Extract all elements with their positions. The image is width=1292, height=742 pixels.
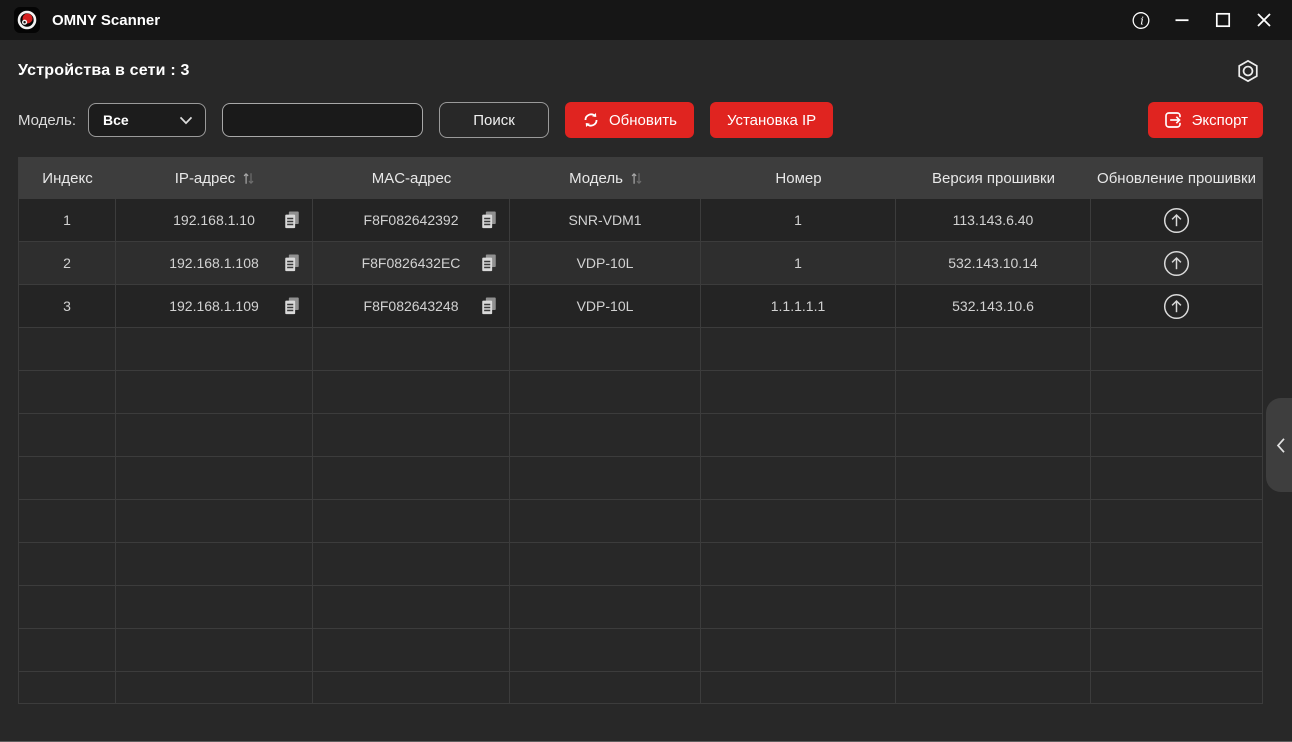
cell-model: VDP-10L (510, 242, 701, 284)
titlebar: OMNY Scanner i (0, 0, 1292, 40)
copy-ip-icon[interactable] (283, 210, 301, 230)
cell-ip: 192.168.1.10 (116, 199, 313, 241)
side-panel-collapse-handle[interactable] (1266, 398, 1292, 492)
firmware-upload-icon[interactable] (1163, 250, 1190, 277)
cell-mac: F8F0826432EC (313, 242, 510, 284)
refresh-icon (582, 111, 600, 129)
table-row-empty (19, 629, 1262, 672)
sort-icon (243, 172, 254, 185)
table-header-row: Индекс IP-адрес MAC-адрес Модель (19, 157, 1262, 199)
cell-number: 1 (701, 242, 896, 284)
table-row-empty (19, 328, 1262, 371)
table-row-empty (19, 457, 1262, 500)
close-icon[interactable] (1254, 10, 1274, 30)
cell-index: 3 (19, 285, 116, 327)
copy-ip-icon[interactable] (283, 296, 301, 316)
column-header-firmware: Версия прошивки (896, 157, 1091, 199)
toolbar: Модель: Все Поиск Обновить (18, 101, 1263, 139)
cell-firmware-update (1091, 285, 1262, 327)
table-row-empty (19, 543, 1262, 586)
table-row-empty (19, 586, 1262, 629)
cell-number: 1.1.1.1.1 (701, 285, 896, 327)
copy-mac-icon[interactable] (480, 296, 498, 316)
column-header-number: Номер (701, 157, 896, 199)
table-row-empty (19, 371, 1262, 414)
device-table: Индекс IP-адрес MAC-адрес Модель (18, 157, 1263, 704)
cell-ip: 192.168.1.109 (116, 285, 313, 327)
cell-firmware: 532.143.10.6 (896, 285, 1091, 327)
copy-mac-icon[interactable] (480, 210, 498, 230)
cell-number: 1 (701, 199, 896, 241)
cell-model: SNR-VDM1 (510, 199, 701, 241)
column-header-mac: MAC-адрес (313, 157, 510, 199)
device-count-label: Устройства в сети : 3 (18, 62, 190, 80)
cell-index: 1 (19, 199, 116, 241)
copy-mac-icon[interactable] (480, 253, 498, 273)
sort-icon (631, 172, 642, 185)
svg-text:i: i (1140, 13, 1144, 27)
chevron-left-icon (1276, 437, 1286, 454)
omny-logo-icon (14, 7, 40, 33)
column-header-index: Индекс (19, 157, 116, 199)
table-row[interactable]: 3 192.168.1.109 F8F082643248 VDP-10L 1.1… (19, 285, 1262, 328)
minimize-icon[interactable] (1172, 10, 1192, 30)
export-icon (1163, 110, 1183, 130)
column-header-ip[interactable]: IP-адрес (116, 157, 313, 199)
model-select-value: Все (103, 112, 129, 128)
cell-firmware: 532.143.10.14 (896, 242, 1091, 284)
table-body: 1 192.168.1.10 F8F082642392 SNR-VDM1 1 1… (19, 199, 1262, 704)
search-input[interactable] (222, 103, 423, 137)
cell-model: VDP-10L (510, 285, 701, 327)
cell-firmware-update (1091, 242, 1262, 284)
cell-mac: F8F082643248 (313, 285, 510, 327)
table-row[interactable]: 2 192.168.1.108 F8F0826432EC VDP-10L 1 5… (19, 242, 1262, 285)
table-row-empty (19, 500, 1262, 543)
cell-firmware-update (1091, 199, 1262, 241)
app-window: OMNY Scanner i Устройства в сети : 3 (0, 0, 1292, 742)
set-ip-button[interactable]: Установка IP (710, 102, 833, 138)
cell-firmware: 113.143.6.40 (896, 199, 1091, 241)
column-header-firmware-update: Обновление прошивки (1091, 157, 1262, 199)
refresh-button-label: Обновить (609, 112, 677, 129)
settings-gear-icon[interactable] (1233, 56, 1263, 86)
column-header-model[interactable]: Модель (510, 157, 701, 199)
info-icon[interactable]: i (1131, 10, 1151, 30)
search-button[interactable]: Поиск (439, 102, 549, 138)
table-row-empty (19, 414, 1262, 457)
model-label: Модель: (18, 112, 76, 129)
model-select[interactable]: Все (88, 103, 206, 137)
titlebar-controls: i (1131, 10, 1278, 30)
export-button[interactable]: Экспорт (1148, 102, 1263, 138)
main-content: Устройства в сети : 3 Модель: Все Поиск (0, 56, 1292, 704)
cell-index: 2 (19, 242, 116, 284)
table-row-empty (19, 672, 1262, 704)
window-title: OMNY Scanner (52, 12, 160, 29)
table-row[interactable]: 1 192.168.1.10 F8F082642392 SNR-VDM1 1 1… (19, 199, 1262, 242)
cell-mac: F8F082642392 (313, 199, 510, 241)
cell-ip: 192.168.1.108 (116, 242, 313, 284)
export-button-label: Экспорт (1192, 112, 1248, 129)
chevron-down-icon (179, 116, 193, 125)
maximize-icon[interactable] (1213, 10, 1233, 30)
copy-ip-icon[interactable] (283, 253, 301, 273)
refresh-button[interactable]: Обновить (565, 102, 694, 138)
firmware-upload-icon[interactable] (1163, 207, 1190, 234)
page-header: Устройства в сети : 3 (18, 56, 1263, 86)
firmware-upload-icon[interactable] (1163, 293, 1190, 320)
